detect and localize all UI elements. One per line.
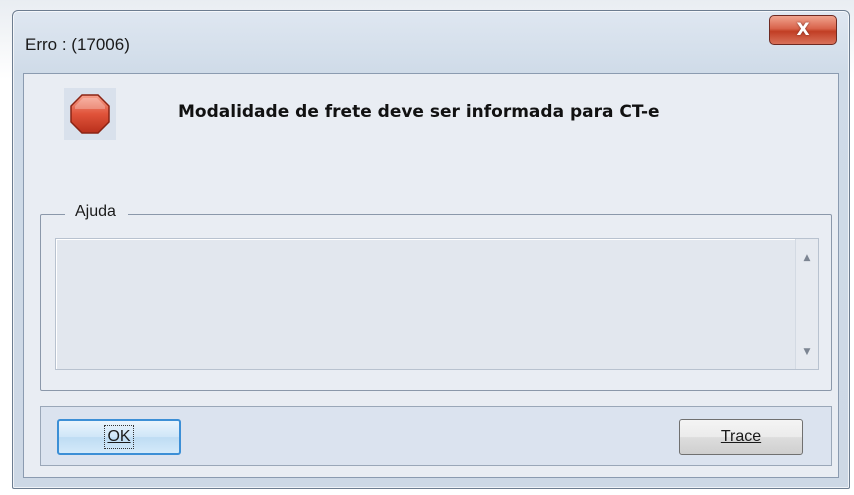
error-icon-frame	[64, 88, 116, 140]
help-label: Ajuda	[65, 203, 128, 221]
dialog-title: Erro : (17006)	[25, 35, 130, 54]
scroll-down-arrow-icon[interactable]: ▼	[796, 341, 818, 363]
ok-button[interactable]: OK	[57, 419, 181, 455]
error-dialog: Erro : (17006) X Modalidade de frete dev…	[12, 10, 850, 489]
stop-icon	[70, 94, 110, 134]
ok-button-label: OK	[104, 425, 134, 449]
close-button[interactable]: X	[769, 15, 837, 45]
error-message: Modalidade de frete deve ser informada p…	[178, 102, 660, 122]
title-bar[interactable]: Erro : (17006) X	[13, 11, 849, 73]
dialog-body: Modalidade de frete deve ser informada p…	[23, 73, 839, 478]
help-groupbox: Ajuda ▲ ▼	[40, 203, 832, 391]
help-text-area[interactable]: ▲ ▼	[55, 238, 819, 370]
help-scrollbar[interactable]: ▲ ▼	[795, 239, 818, 369]
trace-button-label: Trace	[720, 428, 762, 445]
button-panel: OK Trace	[40, 406, 832, 466]
scroll-up-arrow-icon[interactable]: ▲	[796, 247, 818, 269]
close-icon: X	[796, 20, 810, 40]
trace-button[interactable]: Trace	[679, 419, 803, 455]
